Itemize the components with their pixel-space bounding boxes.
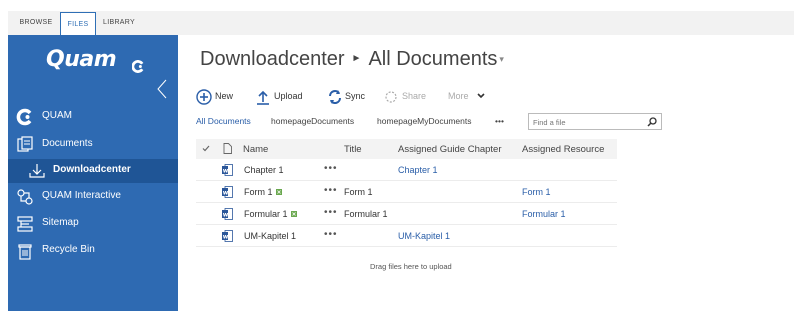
more-button-label: More bbox=[448, 91, 469, 101]
select-all-check-icon[interactable] bbox=[202, 145, 210, 152]
column-header-title[interactable]: Title bbox=[344, 144, 362, 155]
nav-item-documents[interactable]: Documents bbox=[8, 133, 178, 157]
upload-button[interactable]: Upload bbox=[256, 87, 306, 107]
breadcrumb-view: All Documents bbox=[368, 48, 498, 70]
quam-logo-icon bbox=[16, 108, 32, 126]
drag-drop-hint: Drag files here to upload bbox=[370, 262, 452, 271]
nav-item-quam[interactable]: QUAM bbox=[8, 105, 178, 129]
ribbon-tab-bar: BROWSE FILES LIBRARY bbox=[8, 11, 794, 36]
nav-item-label: QUAM bbox=[42, 110, 72, 121]
row-guide-chapter-link[interactable]: UM-Kapitel 1 bbox=[398, 231, 450, 241]
word-document-icon: w bbox=[222, 208, 233, 220]
table-row[interactable]: w Formular 1 ••• Formular 1 Formular 1 bbox=[196, 203, 617, 225]
sync-icon bbox=[329, 90, 341, 104]
new-button-label: New bbox=[215, 91, 234, 101]
column-header-name[interactable]: Name bbox=[243, 144, 268, 155]
share-button[interactable]: Share bbox=[384, 87, 430, 107]
nav-item-label: Recycle Bin bbox=[42, 244, 95, 255]
table-row[interactable]: w UM-Kapitel 1 ••• UM-Kapitel 1 bbox=[196, 225, 617, 247]
table-header: Name Title Assigned Guide Chapter Assign… bbox=[196, 139, 617, 159]
share-icon bbox=[385, 91, 397, 103]
nav-item-label: Sitemap bbox=[42, 217, 79, 228]
nav-item-recycle-bin[interactable]: Recycle Bin bbox=[8, 239, 178, 263]
row-name[interactable]: Form 1 bbox=[244, 187, 273, 197]
row-menu-button[interactable]: ••• bbox=[324, 163, 338, 174]
breadcrumb-site[interactable]: Downloadcenter bbox=[200, 48, 345, 70]
search-icon[interactable] bbox=[647, 117, 657, 127]
view-homepage-my-documents[interactable]: homepageMyDocuments bbox=[377, 116, 472, 126]
row-name[interactable]: Formular 1 bbox=[244, 209, 288, 219]
row-title: Form 1 bbox=[344, 187, 373, 197]
upload-button-label: Upload bbox=[274, 91, 303, 101]
sync-button[interactable]: Sync bbox=[328, 87, 368, 107]
nav-item-quam-interactive[interactable]: QUAM Interactive bbox=[8, 185, 178, 209]
documents-icon bbox=[17, 136, 33, 152]
row-menu-button[interactable]: ••• bbox=[324, 185, 338, 196]
more-button[interactable]: More bbox=[448, 87, 492, 107]
plus-circle-icon bbox=[196, 89, 212, 105]
word-document-icon: w bbox=[222, 186, 233, 198]
nav-item-downloadcenter[interactable]: Downloadcenter bbox=[8, 159, 178, 183]
search-box bbox=[528, 113, 662, 130]
view-homepage-documents[interactable]: homepageDocuments bbox=[271, 116, 354, 126]
more-views-button[interactable]: ••• bbox=[495, 116, 504, 126]
new-item-icon bbox=[275, 189, 282, 195]
row-menu-button[interactable]: ••• bbox=[324, 207, 338, 218]
svg-text:w: w bbox=[223, 189, 229, 196]
tab-files[interactable]: FILES bbox=[60, 12, 96, 36]
file-type-icon bbox=[223, 143, 232, 154]
svg-text:w: w bbox=[223, 167, 229, 174]
new-item-icon bbox=[290, 211, 297, 217]
upload-arrow-icon bbox=[257, 90, 269, 105]
page-title: Downloadcenter ► All Documents ▾ bbox=[200, 48, 504, 71]
word-document-icon: w bbox=[222, 230, 233, 242]
sitemap-icon bbox=[17, 216, 33, 232]
row-menu-button[interactable]: ••• bbox=[324, 229, 338, 240]
word-document-icon: w bbox=[222, 164, 233, 176]
nav-item-sitemap[interactable]: Sitemap bbox=[8, 212, 178, 236]
row-guide-chapter-link[interactable]: Chapter 1 bbox=[398, 165, 438, 175]
view-dropdown-icon[interactable]: ▾ bbox=[499, 54, 504, 64]
tab-library[interactable]: LIBRARY bbox=[98, 11, 140, 35]
row-name[interactable]: Chapter 1 bbox=[244, 165, 284, 175]
column-header-resource[interactable]: Assigned Resource bbox=[522, 144, 604, 155]
nav-item-label: Documents bbox=[42, 138, 93, 149]
new-button[interactable]: New bbox=[196, 87, 238, 107]
row-name-cell: Formular 1 bbox=[244, 209, 297, 219]
quam-logo-icon bbox=[132, 60, 144, 73]
tab-browse[interactable]: BROWSE bbox=[14, 11, 58, 35]
chevron-down-icon bbox=[477, 93, 485, 99]
share-button-label: Share bbox=[402, 91, 427, 101]
nav-item-label: QUAM Interactive bbox=[42, 190, 121, 201]
breadcrumb-arrow-icon: ► bbox=[351, 53, 362, 64]
row-name[interactable]: UM-Kapitel 1 bbox=[244, 231, 296, 241]
table-row[interactable]: w Chapter 1 ••• Chapter 1 bbox=[196, 159, 617, 181]
svg-text:w: w bbox=[223, 211, 229, 218]
table-row[interactable]: w Form 1 ••• Form 1 Form 1 bbox=[196, 181, 617, 203]
nav-item-label: Downloadcenter bbox=[53, 164, 131, 175]
svg-text:w: w bbox=[223, 233, 229, 240]
left-navigation: Quam QUAM Documents Downloadcenter QUAM … bbox=[8, 35, 178, 311]
collapse-nav-icon[interactable] bbox=[156, 79, 168, 99]
recycle-bin-icon bbox=[18, 244, 32, 260]
download-icon bbox=[29, 164, 45, 178]
row-name-cell: Form 1 bbox=[244, 187, 282, 197]
site-logo[interactable]: Quam bbox=[46, 47, 117, 72]
search-input[interactable] bbox=[533, 116, 641, 128]
row-title: Formular 1 bbox=[344, 209, 388, 219]
view-all-documents[interactable]: All Documents bbox=[196, 116, 251, 126]
sync-button-label: Sync bbox=[345, 91, 366, 101]
column-header-guide-chapter[interactable]: Assigned Guide Chapter bbox=[398, 144, 502, 155]
row-resource-link[interactable]: Form 1 bbox=[522, 187, 551, 197]
interactive-icon bbox=[17, 189, 33, 205]
row-resource-link[interactable]: Formular 1 bbox=[522, 209, 566, 219]
